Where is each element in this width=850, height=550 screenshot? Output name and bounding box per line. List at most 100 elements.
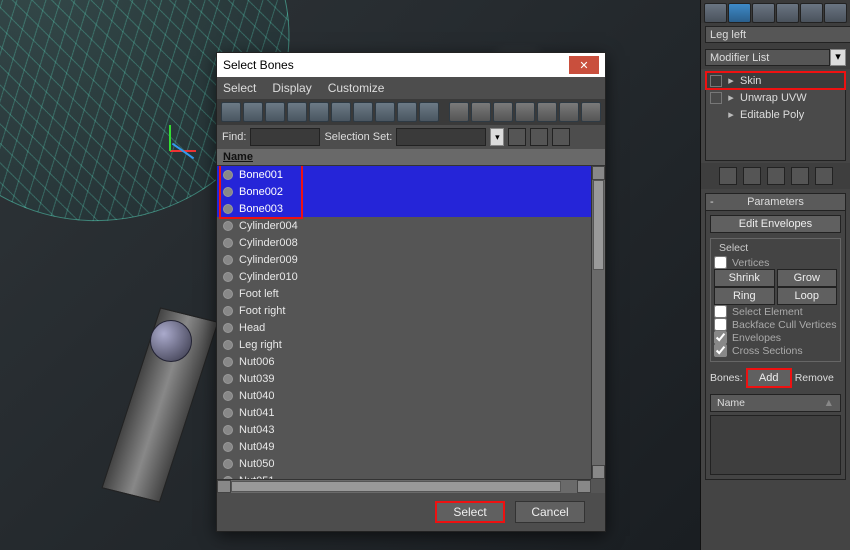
find-input[interactable] xyxy=(250,128,320,146)
list-item[interactable]: Nut051 xyxy=(217,472,591,479)
tab-hierarchy-icon[interactable] xyxy=(752,3,775,23)
list-item[interactable]: Cylinder010 xyxy=(217,268,591,285)
shrink-button[interactable]: Shrink xyxy=(714,269,775,287)
filter-shapes-icon[interactable] xyxy=(265,102,285,122)
toolbar-btn-g[interactable] xyxy=(581,102,601,122)
selection-set-input[interactable] xyxy=(396,128,486,146)
toolbar-btn-c[interactable] xyxy=(493,102,513,122)
sort-arrow-icon[interactable]: ▲ xyxy=(824,397,834,409)
edit-envelopes-button[interactable]: Edit Envelopes xyxy=(710,215,841,233)
add-bone-button[interactable]: Add xyxy=(747,369,791,387)
type-icon xyxy=(223,442,233,452)
dialog-titlebar[interactable]: Select Bones ✕ xyxy=(217,53,605,77)
filter-geometry-icon[interactable] xyxy=(243,102,263,122)
scroll-down-icon[interactable] xyxy=(592,465,605,479)
list-item[interactable]: Nut039 xyxy=(217,370,591,387)
modifier-skin[interactable]: ▸ Skin xyxy=(706,72,845,89)
list-item[interactable]: Foot right xyxy=(217,302,591,319)
bones-list-header[interactable]: Name ▲ xyxy=(710,394,841,412)
list-item[interactable]: Nut006 xyxy=(217,353,591,370)
list-item[interactable]: Leg right xyxy=(217,336,591,353)
filter-all-icon[interactable] xyxy=(221,102,241,122)
list-item[interactable]: Cylinder009 xyxy=(217,251,591,268)
modifier-label: Editable Poly xyxy=(740,109,804,121)
select-element-checkbox[interactable]: Select Element xyxy=(714,305,837,318)
menu-customize[interactable]: Customize xyxy=(328,81,385,95)
list-options-icon[interactable] xyxy=(552,128,570,146)
filter-spacewarps-icon[interactable] xyxy=(353,102,373,122)
visibility-toggle-icon[interactable] xyxy=(710,75,722,87)
envelopes-checkbox[interactable]: Envelopes xyxy=(714,331,837,344)
expand-icon[interactable]: ▸ xyxy=(726,74,736,87)
toolbar-btn-e[interactable] xyxy=(537,102,557,122)
remove-modifier-icon[interactable] xyxy=(791,167,809,185)
tab-create-icon[interactable] xyxy=(704,3,727,23)
modifier-editable-poly[interactable]: ▸ Editable Poly xyxy=(706,106,845,123)
horizontal-scrollbar[interactable] xyxy=(217,479,591,493)
filter-xrefs-icon[interactable] xyxy=(397,102,417,122)
filter-lights-icon[interactable] xyxy=(287,102,307,122)
list-item[interactable]: Nut040 xyxy=(217,387,591,404)
item-label: Nut039 xyxy=(239,373,274,385)
type-icon xyxy=(223,391,233,401)
tab-display-icon[interactable] xyxy=(800,3,823,23)
rollout-header[interactable]: - Parameters xyxy=(705,193,846,211)
menu-display[interactable]: Display xyxy=(272,81,311,95)
modifier-list-dropdown[interactable]: ▾ xyxy=(830,49,846,66)
expand-icon[interactable]: ▸ xyxy=(726,108,736,121)
select-button[interactable]: Select xyxy=(435,501,505,523)
scroll-left-icon[interactable] xyxy=(217,480,231,493)
toolbar-btn-a[interactable] xyxy=(449,102,469,122)
cross-sections-checkbox[interactable]: Cross Sections xyxy=(714,344,837,357)
list-item[interactable]: Nut041 xyxy=(217,404,591,421)
scroll-thumb[interactable] xyxy=(593,180,604,270)
modifier-label: Skin xyxy=(740,75,761,87)
filter-groups-icon[interactable] xyxy=(375,102,395,122)
sort-asc-icon[interactable] xyxy=(508,128,526,146)
grow-button[interactable]: Grow xyxy=(777,269,838,287)
modifier-stack[interactable]: ▸ Skin ▸ Unwrap UVW ▸ Editable Poly xyxy=(705,71,846,161)
toolbar-btn-d[interactable] xyxy=(515,102,535,122)
sort-desc-icon[interactable] xyxy=(530,128,548,146)
filter-helpers-icon[interactable] xyxy=(331,102,351,122)
ring-button[interactable]: Ring xyxy=(714,287,775,305)
list-item[interactable]: Nut043 xyxy=(217,421,591,438)
list-item[interactable]: Foot left xyxy=(217,285,591,302)
loop-button[interactable]: Loop xyxy=(777,287,838,305)
collapse-icon[interactable]: - xyxy=(710,196,714,208)
list-item[interactable]: Cylinder008 xyxy=(217,234,591,251)
selection-set-dropdown[interactable]: ▾ xyxy=(490,128,504,146)
toolbar-btn-f[interactable] xyxy=(559,102,579,122)
pin-stack-icon[interactable] xyxy=(719,167,737,185)
object-name-input[interactable] xyxy=(705,26,850,43)
close-button[interactable]: ✕ xyxy=(569,56,599,74)
tab-modify-icon[interactable] xyxy=(728,3,751,23)
menu-select[interactable]: Select xyxy=(223,81,256,95)
toolbar-btn-b[interactable] xyxy=(471,102,491,122)
list-header-name[interactable]: Name xyxy=(217,149,605,166)
visibility-toggle-icon[interactable] xyxy=(710,92,722,104)
tab-motion-icon[interactable] xyxy=(776,3,799,23)
list-item[interactable]: Nut050 xyxy=(217,455,591,472)
list-item[interactable]: Nut049 xyxy=(217,438,591,455)
remove-bone-label[interactable]: Remove xyxy=(795,372,834,384)
filter-bones-icon[interactable] xyxy=(419,102,439,122)
configure-sets-icon[interactable] xyxy=(815,167,833,185)
vertical-scrollbar[interactable] xyxy=(591,166,605,479)
scroll-up-icon[interactable] xyxy=(592,166,605,180)
cancel-button[interactable]: Cancel xyxy=(515,501,585,523)
filter-cameras-icon[interactable] xyxy=(309,102,329,122)
list-item[interactable]: Cylinder004 xyxy=(217,217,591,234)
transform-gizmo[interactable] xyxy=(170,150,172,190)
list-item[interactable]: Head xyxy=(217,319,591,336)
scroll-right-icon[interactable] xyxy=(577,480,591,493)
tab-utilities-icon[interactable] xyxy=(824,3,847,23)
bones-list[interactable] xyxy=(710,415,841,475)
vertices-checkbox[interactable]: Vertices xyxy=(714,256,837,269)
make-unique-icon[interactable] xyxy=(767,167,785,185)
show-end-result-icon[interactable] xyxy=(743,167,761,185)
backface-cull-checkbox[interactable]: Backface Cull Vertices xyxy=(714,318,837,331)
hscroll-thumb[interactable] xyxy=(231,481,561,492)
expand-icon[interactable]: ▸ xyxy=(726,91,736,104)
modifier-unwrap-uvw[interactable]: ▸ Unwrap UVW xyxy=(706,89,845,106)
